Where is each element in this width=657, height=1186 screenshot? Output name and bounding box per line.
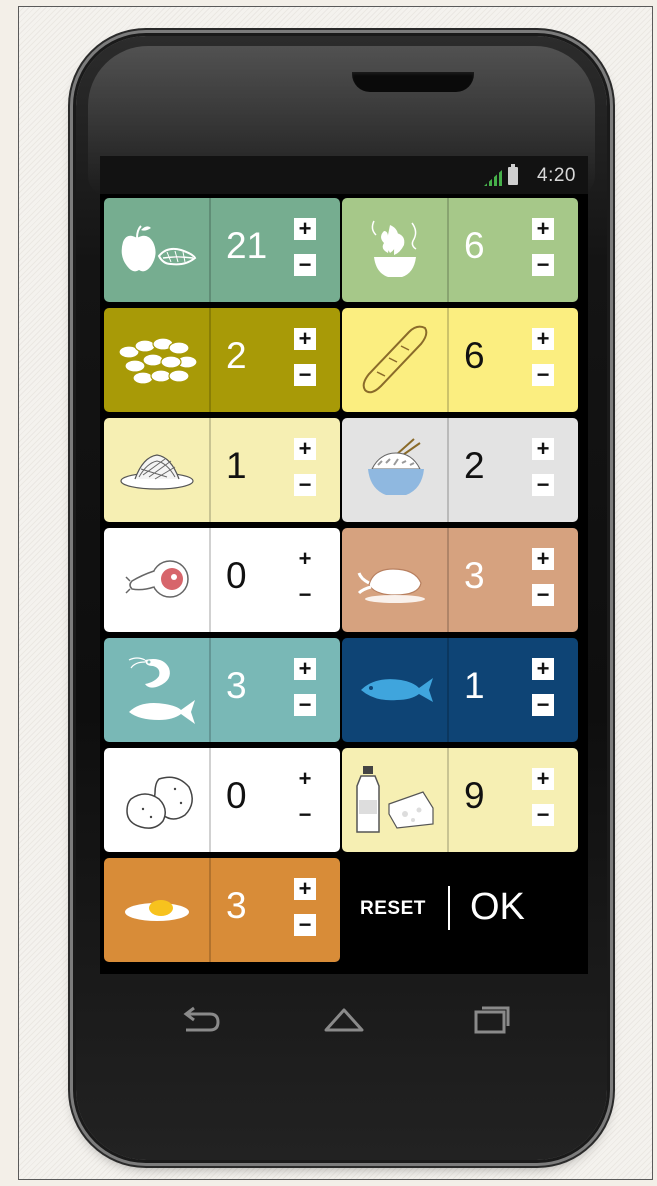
increment-button[interactable]: + [532, 658, 554, 680]
increment-button[interactable]: + [294, 548, 316, 570]
decrement-button[interactable]: − [532, 694, 554, 716]
increment-button[interactable]: + [294, 218, 316, 240]
food-tile-fish: 1 + − [342, 638, 578, 742]
increment-button[interactable]: + [532, 328, 554, 350]
phone-screen: 4:20 21 + −6 + −2 + −6 + −1 + −2 + −0 + −3 + −3 + −1 + −0 + −9… [100, 156, 588, 974]
signal-icon [484, 170, 502, 186]
battery-icon [508, 164, 518, 185]
home-icon[interactable] [320, 1000, 368, 1040]
decrement-button[interactable]: − [532, 584, 554, 606]
increment-button[interactable]: + [532, 218, 554, 240]
navigation-bar [100, 990, 588, 1050]
food-count: 1 [464, 665, 485, 706]
decrement-button[interactable]: − [294, 694, 316, 716]
status-time: 4:20 [537, 165, 576, 186]
food-tile-potatoes: 0 + − [104, 748, 340, 852]
baguette-icon [342, 308, 449, 412]
decrement-button[interactable]: − [532, 254, 554, 276]
fried-egg-icon [104, 858, 211, 962]
increment-button[interactable]: + [532, 438, 554, 460]
rice-bowl-icon [342, 418, 449, 522]
increment-button[interactable]: + [294, 328, 316, 350]
food-tile-dairy: 9 + − [342, 748, 578, 852]
potato-icon [104, 748, 211, 852]
decrement-button[interactable]: − [532, 474, 554, 496]
food-count: 3 [226, 665, 247, 706]
increment-button[interactable]: + [294, 878, 316, 900]
food-count: 9 [464, 775, 485, 816]
food-count: 3 [464, 555, 485, 596]
food-count: 6 [464, 225, 485, 266]
food-tile-fruit-veg: 21 + − [104, 198, 340, 302]
decrement-button[interactable]: − [532, 804, 554, 826]
action-bar: RESET OK [356, 872, 588, 952]
food-count: 1 [226, 445, 247, 486]
food-tile-cooked-veg: 6 + − [342, 198, 578, 302]
decrement-button[interactable]: − [532, 364, 554, 386]
ham-icon [104, 528, 211, 632]
apple-leaf-icon [104, 198, 211, 302]
food-count: 2 [464, 445, 485, 486]
food-count: 21 [226, 225, 268, 266]
decrement-button[interactable]: − [294, 474, 316, 496]
increment-button[interactable]: + [532, 548, 554, 570]
food-tile-eggs: 3 + − [104, 858, 340, 962]
food-count: 0 [226, 555, 247, 596]
decrement-button[interactable]: − [294, 364, 316, 386]
food-tile-seafood: 3 + − [104, 638, 340, 742]
increment-button[interactable]: + [294, 658, 316, 680]
food-tile-bread: 6 + − [342, 308, 578, 412]
food-count: 6 [464, 335, 485, 376]
food-tile-rice: 2 + − [342, 418, 578, 522]
food-count: 3 [226, 885, 247, 926]
decrement-button[interactable]: − [294, 254, 316, 276]
fish-icon [342, 638, 449, 742]
ok-button[interactable]: OK [470, 886, 525, 929]
increment-button[interactable]: + [294, 768, 316, 790]
food-tile-legumes: 2 + − [104, 308, 340, 412]
milk-cheese-icon [342, 748, 449, 852]
recents-icon[interactable] [468, 1000, 516, 1040]
back-icon[interactable] [176, 1000, 224, 1040]
decrement-button[interactable]: − [294, 584, 316, 606]
roast-chicken-icon [342, 528, 449, 632]
status-bar: 4:20 [100, 156, 588, 194]
food-count: 0 [226, 775, 247, 816]
earpiece-speaker [352, 72, 474, 92]
action-separator [448, 886, 450, 930]
reset-button[interactable]: RESET [360, 898, 426, 920]
increment-button[interactable]: + [294, 438, 316, 460]
decrement-button[interactable]: − [294, 914, 316, 936]
food-tile-pasta: 1 + − [104, 418, 340, 522]
food-tile-poultry: 3 + − [342, 528, 578, 632]
beans-icon [104, 308, 211, 412]
salad-bowl-icon [342, 198, 449, 302]
increment-button[interactable]: + [532, 768, 554, 790]
decrement-button[interactable]: − [294, 804, 316, 826]
pasta-plate-icon [104, 418, 211, 522]
food-count: 2 [226, 335, 247, 376]
shrimp-fish-icon [104, 638, 211, 742]
food-tile-meat: 0 + − [104, 528, 340, 632]
